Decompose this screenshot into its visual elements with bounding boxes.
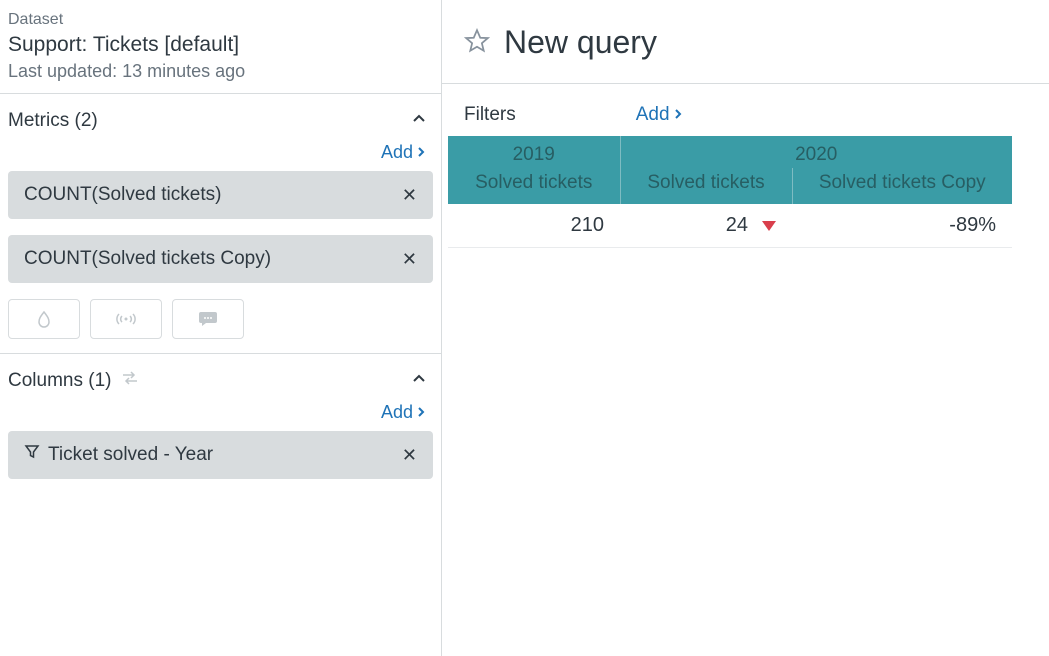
dataset-block: Dataset Support: Tickets [default] Last … (0, 0, 441, 94)
metrics-section: Metrics (2) Add COUNT(Solved tickets) ✕ (0, 94, 441, 354)
comment-icon-button[interactable] (172, 299, 244, 339)
main-panel: New query Filters Add 2019 2020 Solved t… (442, 0, 1049, 656)
sidebar: Dataset Support: Tickets [default] Last … (0, 0, 442, 656)
add-label: Add (381, 402, 413, 423)
filters-add-link[interactable]: Add (636, 104, 684, 126)
table-header-year[interactable]: 2020 (620, 136, 1012, 168)
icon-toolbar (8, 299, 433, 339)
table-row: 210 24 -89% (448, 204, 1012, 248)
metrics-title: Metrics (2) (8, 110, 98, 132)
table-header-col[interactable]: Solved tickets (448, 168, 620, 204)
metric-label: COUNT(Solved tickets) (24, 184, 221, 206)
table-header-year[interactable]: 2019 (448, 136, 620, 168)
columns-section: Columns (1) Add (0, 354, 441, 509)
add-label: Add (636, 104, 670, 126)
metric-pill[interactable]: COUNT(Solved tickets) ✕ (8, 171, 433, 219)
add-label: Add (381, 142, 413, 163)
metrics-add-link[interactable]: Add (8, 138, 433, 171)
chevron-up-icon (411, 111, 427, 132)
query-header: New query (442, 0, 1049, 83)
table-header-col[interactable]: Solved tickets Copy (792, 168, 1012, 204)
query-title[interactable]: New query (504, 24, 657, 61)
funnel-icon (24, 444, 40, 466)
table-cell: 24 (620, 204, 792, 248)
drop-icon-button[interactable] (8, 299, 80, 339)
dataset-updated: Last updated: 13 minutes ago (8, 59, 427, 83)
result-table: 2019 2020 Solved tickets Solved tickets … (448, 136, 1012, 248)
table-cell: -89% (792, 204, 1012, 248)
table-cell: 210 (448, 204, 620, 248)
trend-down-icon (762, 221, 776, 231)
table-header-col[interactable]: Solved tickets (620, 168, 792, 204)
star-icon[interactable] (464, 28, 490, 58)
metrics-header[interactable]: Metrics (2) (8, 108, 433, 138)
broadcast-icon-button[interactable] (90, 299, 162, 339)
dataset-name: Support: Tickets [default] (8, 31, 427, 59)
chevron-right-icon (415, 142, 427, 163)
filters-label: Filters (464, 104, 516, 126)
chevron-up-icon (411, 371, 427, 392)
column-label: Ticket solved - Year (48, 444, 213, 466)
remove-metric-button[interactable]: ✕ (402, 185, 417, 206)
table-cell-value: 24 (726, 214, 748, 237)
column-pill[interactable]: Ticket solved - Year ✕ (8, 431, 433, 479)
columns-title: Columns (1) (8, 370, 111, 391)
metric-pill[interactable]: COUNT(Solved tickets Copy) ✕ (8, 235, 433, 283)
swap-icon[interactable] (121, 370, 139, 391)
remove-metric-button[interactable]: ✕ (402, 249, 417, 270)
chevron-right-icon (415, 402, 427, 423)
remove-column-button[interactable]: ✕ (402, 445, 417, 466)
dataset-label: Dataset (8, 10, 427, 31)
filters-row: Filters Add (442, 83, 1049, 136)
columns-header[interactable]: Columns (1) (8, 368, 433, 398)
columns-add-link[interactable]: Add (8, 398, 433, 431)
chevron-right-icon (672, 104, 684, 126)
metric-label: COUNT(Solved tickets Copy) (24, 248, 271, 270)
